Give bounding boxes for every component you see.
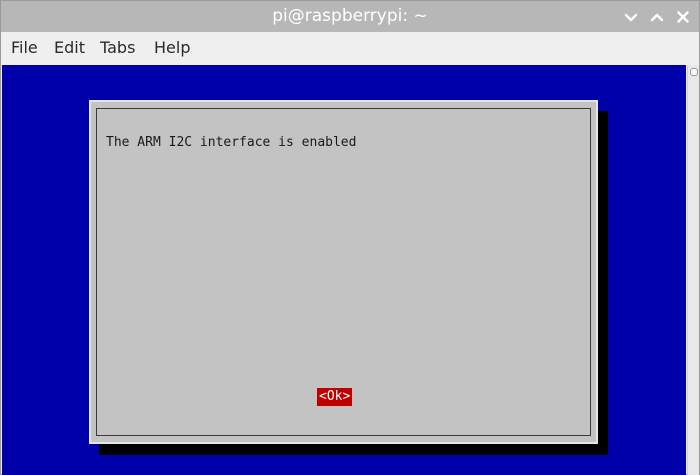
minimize-icon[interactable]	[621, 7, 641, 27]
ok-button[interactable]: <Ok>	[317, 388, 353, 406]
maximize-icon[interactable]	[647, 7, 667, 27]
scrollbar[interactable]	[687, 65, 699, 475]
close-icon[interactable]	[673, 7, 693, 27]
dialog-message: The ARM I2C interface is enabled	[106, 135, 357, 150]
window-title: pi@raspberrypi: ~	[272, 6, 428, 26]
message-dialog: The ARM I2C interface is enabled <Ok>	[89, 100, 598, 444]
menu-tabs[interactable]: Tabs	[100, 32, 135, 64]
menu-edit[interactable]: Edit	[54, 32, 85, 64]
dialog-frame	[96, 108, 591, 436]
title-bar[interactable]: pi@raspberrypi: ~	[1, 1, 699, 32]
scrollbar-thumb[interactable]	[690, 68, 698, 76]
menu-help[interactable]: Help	[154, 32, 190, 64]
terminal-window: pi@raspberrypi: ~ File Edit Tabs Help Th…	[0, 0, 700, 475]
menu-file[interactable]: File	[11, 32, 38, 64]
menu-bar: File Edit Tabs Help	[1, 32, 699, 64]
